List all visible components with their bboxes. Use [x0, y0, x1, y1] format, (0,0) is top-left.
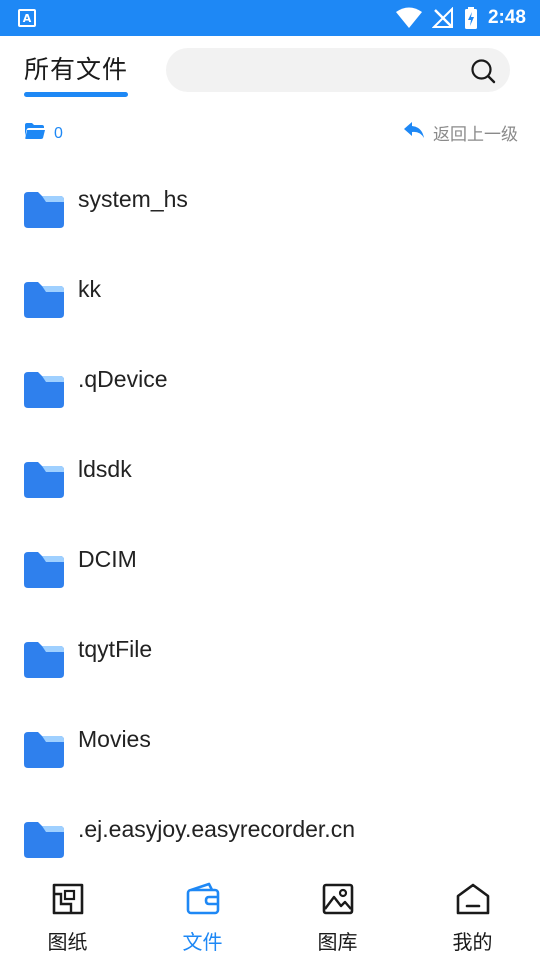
tab-files[interactable]: 文件	[135, 866, 270, 960]
home-icon	[455, 882, 491, 920]
tab-gallery[interactable]: 图库	[270, 866, 405, 960]
file-name: ldsdk	[78, 456, 132, 482]
folder-icon	[24, 192, 64, 232]
header: 所有文件	[0, 36, 540, 108]
file-name: kk	[78, 276, 101, 302]
status-bar: A 2:48	[0, 0, 540, 36]
folder-icon	[24, 462, 64, 502]
back-up-button[interactable]: 返回上一级	[403, 120, 518, 145]
list-item[interactable]: kk	[0, 246, 540, 336]
search-box[interactable]	[166, 48, 510, 92]
folder-icon	[24, 282, 64, 322]
file-list: system_hs kk .qDevice ldsdk DCIM tqytFil…	[0, 156, 540, 866]
file-name: .qDevice	[78, 366, 168, 392]
tab-label: 我的	[452, 930, 493, 954]
blueprint-icon	[51, 882, 85, 920]
folder-count: 0	[24, 122, 63, 145]
tab-label: 图库	[317, 930, 358, 954]
file-name: DCIM	[78, 546, 137, 572]
list-item[interactable]: DCIM	[0, 516, 540, 606]
tab-mine[interactable]: 我的	[405, 866, 540, 960]
folder-icon	[24, 732, 64, 772]
list-item[interactable]: .ej.easyjoy.easyrecorder.cn	[0, 786, 540, 866]
folder-icon	[24, 642, 64, 682]
back-up-label: 返回上一级	[433, 125, 518, 145]
list-item[interactable]: system_hs	[0, 156, 540, 246]
page-title: 所有文件	[24, 55, 129, 84]
list-item[interactable]: Movies	[0, 696, 540, 786]
tab-label: 图纸	[47, 930, 88, 954]
folder-icon	[24, 372, 64, 412]
search-input[interactable]	[182, 48, 462, 92]
folder-icon	[24, 822, 64, 862]
list-item[interactable]: ldsdk	[0, 426, 540, 516]
info-row: 0 返回上一级	[0, 116, 540, 152]
folder-icon	[24, 552, 64, 592]
file-name: Movies	[78, 726, 151, 752]
open-folder-icon	[24, 122, 46, 145]
file-name: system_hs	[78, 186, 188, 212]
status-time: 2:48	[487, 7, 526, 28]
gallery-icon	[321, 882, 355, 920]
tab-drawings[interactable]: 图纸	[0, 866, 135, 960]
reply-arrow-icon	[403, 120, 425, 145]
search-icon[interactable]	[470, 58, 496, 88]
wifi-icon	[395, 7, 422, 29]
tab-label: 文件	[182, 930, 223, 954]
wallet-icon	[185, 882, 221, 920]
bottom-nav: 图纸 文件 图库 我的	[0, 866, 540, 960]
file-name: tqytFile	[78, 636, 153, 662]
title-underline	[24, 92, 128, 97]
file-name: .ej.easyjoy.easyrecorder.cn	[78, 816, 355, 842]
folder-count-value: 0	[54, 124, 63, 142]
battery-charging-icon	[464, 7, 478, 29]
no-signal-icon	[431, 7, 454, 29]
list-item[interactable]: .qDevice	[0, 336, 540, 426]
list-item[interactable]: tqytFile	[0, 606, 540, 696]
app-notification-icon: A	[18, 9, 36, 27]
